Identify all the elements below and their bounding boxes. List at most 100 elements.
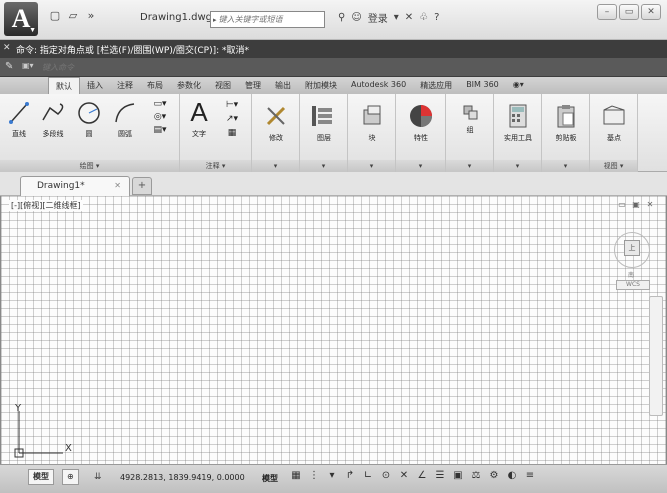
tab-bim-360[interactable]: BIM 360 [459,77,506,94]
group-button[interactable]: 组 [454,102,486,135]
quick-access-toolbar: ▢ ▱ » [48,10,98,22]
lineweight-icon[interactable]: ☰ [434,470,446,481]
autodesk-app-icon[interactable]: ♧ [419,12,428,23]
clipboard-button[interactable]: 剪贴板 [546,102,586,143]
maximize-button[interactable]: ▭ [619,4,639,20]
utilities-button[interactable]: 实用工具 [498,102,538,143]
block-panel-footer[interactable]: ▾ [348,160,395,172]
hatch-icon[interactable]: ◎▾ [146,111,174,124]
polar-icon[interactable]: ⊙ [380,470,392,481]
viewcube[interactable]: 上 南 WCS [612,230,652,294]
base-point-button[interactable]: 基点 [598,102,630,143]
ortho-icon[interactable]: ∟ [362,470,374,481]
view-panel-footer[interactable]: 视图 ▾ [590,160,637,172]
minimize-button[interactable]: – [597,4,617,20]
dynamic-ucs-icon[interactable]: ∠ [416,470,428,481]
close-icon[interactable]: ✕ [114,177,121,195]
open-file-icon[interactable]: ▱ [66,10,80,22]
arc-button[interactable]: 圆弧 [110,100,140,139]
workspace-gear-icon[interactable]: ⚙ [488,470,500,481]
osnap-icon[interactable]: ✕ [398,470,410,481]
polyline-button[interactable]: 多段线 [36,100,70,139]
binoculars-icon[interactable]: ⚲ [338,12,345,23]
command-prompt-icon[interactable]: ▣▾ [22,61,34,70]
annotation-scale-icon[interactable]: ⚖ [470,470,482,481]
tab-output[interactable]: 输出 [268,77,298,94]
tab-featured-apps[interactable]: 精选应用 [413,77,459,94]
grid-icon[interactable]: ▦ [290,470,302,481]
tab-parametric[interactable]: 参数化 [170,77,208,94]
viewport-close-icon[interactable]: ✕ [644,200,656,210]
properties-button[interactable]: 特性 [405,102,437,143]
modify-panel: 修改 ▾ [252,94,300,172]
circle-button[interactable]: 圆 [76,100,102,139]
layers-panel-footer[interactable]: ▾ [300,160,347,172]
tab-annotate[interactable]: 注释 [110,77,140,94]
properties-panel-footer[interactable]: ▾ [396,160,445,172]
tab-addins[interactable]: 附加模块 [298,77,344,94]
line-button[interactable]: 直线 [6,100,32,139]
draw-panel-footer[interactable]: 绘图 ▾ [0,160,179,172]
help-icon[interactable]: ? [434,12,439,23]
modify-panel-footer[interactable]: ▾ [252,160,299,172]
qat-more-icon[interactable]: » [84,10,98,22]
sign-in-link[interactable]: 登录 [368,10,388,25]
new-file-icon[interactable]: ▢ [48,10,62,22]
annotation-small-tools[interactable]: ⊢▾ ↗▾ ▦ [218,98,246,140]
viewport-minimize-icon[interactable]: ▭ [616,200,628,210]
rectangle-icon[interactable]: ▭▾ [146,98,174,111]
user-menu-chevron-icon[interactable]: ▾ [394,12,399,23]
close-icon[interactable]: ✕ [3,43,13,53]
viewcube-top-face[interactable]: 上 [624,240,640,256]
tab-home[interactable]: 默认 [48,77,80,94]
user-icon[interactable]: ☺ [351,12,361,23]
leader-icon[interactable]: ↗▾ [218,112,246,126]
dimension-icon[interactable]: ⊢▾ [218,98,246,112]
model-layout-tab[interactable]: 模型 [28,469,54,485]
block-button[interactable]: 块 [356,102,388,143]
layout-overflow-icon[interactable]: ⇊ [94,472,102,482]
utilities-panel-footer[interactable]: ▾ [494,160,541,172]
search-input[interactable] [218,13,317,26]
tab-autodesk-360[interactable]: Autodesk 360 [344,77,413,94]
customize-icon[interactable]: ≡ [524,470,536,481]
search-box[interactable]: ▸ [210,11,325,28]
search-arrow-icon: ▸ [213,15,217,24]
application-menu-button[interactable]: A ▼ [4,2,38,36]
modify-button[interactable]: 修改 [260,102,292,143]
table-icon[interactable]: ▦ [218,126,246,140]
tab-view[interactable]: 视图 [208,77,238,94]
annotation-panel-footer[interactable]: 注释 ▾ [180,160,251,172]
groups-panel-footer[interactable]: ▾ [446,160,493,172]
layers-button[interactable]: 图层 [308,102,340,143]
wcs-menu[interactable]: WCS [616,280,650,290]
gradient-icon[interactable]: ▤▾ [146,124,174,137]
draw-small-tools[interactable]: ▭▾ ◎▾ ▤▾ [146,98,174,137]
drawing-tab-label: Drawing1* [37,181,85,191]
new-tab-button[interactable]: + [132,177,152,195]
selection-cycling-icon[interactable]: ▣ [452,470,464,481]
exchange-icon[interactable]: ✕ [405,12,413,23]
add-layout-icon[interactable]: ⊕ [62,469,79,485]
tab-insert[interactable]: 插入 [80,77,110,94]
isolate-icon[interactable]: ◐ [506,470,518,481]
calculator-icon [509,104,527,128]
command-input[interactable] [42,60,342,74]
clipboard-panel-footer[interactable]: ▾ [542,160,589,172]
snap-icon[interactable]: ⋮ [308,470,320,481]
drawing-canvas[interactable]: [-][俯视][二维线框] ▭ ▣ ✕ 上 南 WCS Y X [0,196,667,464]
tab-manage[interactable]: 管理 [238,77,268,94]
viewport-controls[interactable]: [-][俯视][二维线框] [9,200,83,211]
viewport-restore-icon[interactable]: ▣ [630,200,642,210]
tab-layout[interactable]: 布局 [140,77,170,94]
wrench-icon[interactable]: ✎ [5,61,13,72]
close-button[interactable]: ✕ [641,4,661,20]
clipboard-label: 剪贴板 [555,134,577,142]
drawing-tab[interactable]: Drawing1* ✕ [20,176,130,196]
infer-icon[interactable]: ↱ [344,470,356,481]
ribbon-options-icon[interactable]: ◉▾ [506,77,531,94]
navigation-bar[interactable] [649,296,663,416]
dropdown-icon[interactable]: ▾ [326,470,338,481]
text-button[interactable]: A 文字 [184,98,214,139]
model-space-toggle[interactable]: 模型 [262,473,278,484]
